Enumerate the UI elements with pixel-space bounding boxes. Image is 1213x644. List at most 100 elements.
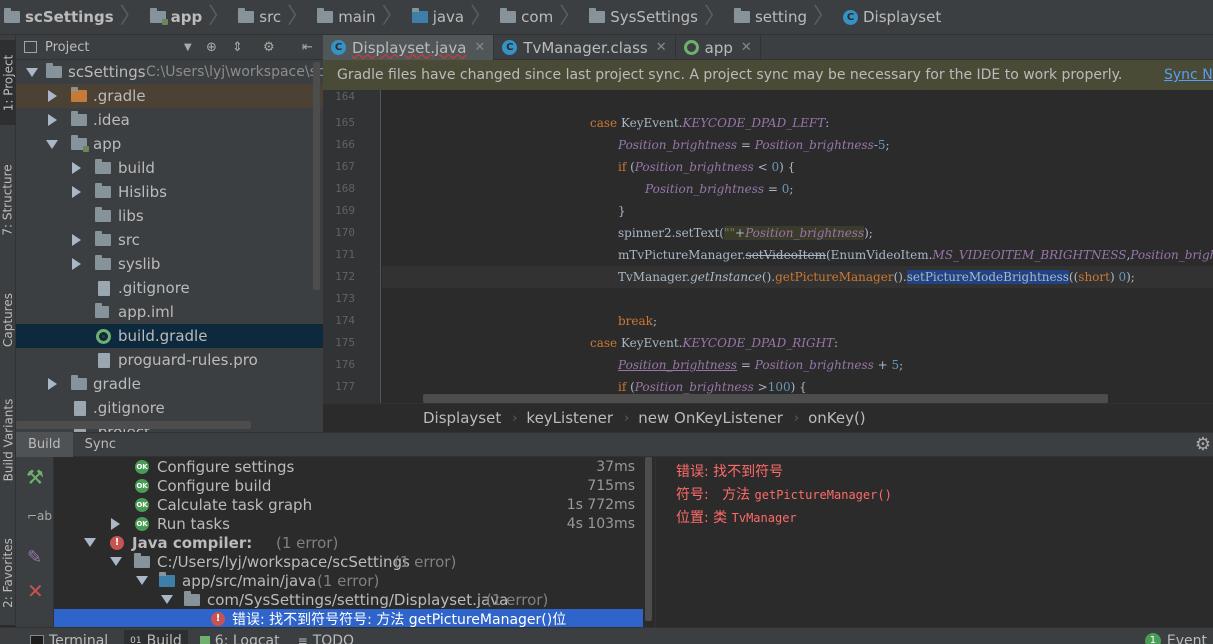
build-error-row[interactable]: ! 错误: 找不到符号符号: 方法 getPictureManager()位 xyxy=(54,609,654,627)
build-step-row[interactable]: com/SysSettings/setting/Displayset.java … xyxy=(54,590,654,609)
chevron-right-icon: 〉 xyxy=(287,4,310,29)
tree-item-idea[interactable]: .idea xyxy=(16,108,323,132)
collapse-all-icon[interactable]: ⇕ xyxy=(232,40,243,55)
gear-icon[interactable]: ⚙ xyxy=(1195,434,1211,455)
structure-crumb-class[interactable]: Displayset xyxy=(423,409,501,427)
tab-structure[interactable]: 7: Structure xyxy=(0,145,16,255)
tree-item-build[interactable]: build xyxy=(16,156,323,180)
breadcrumb-item-main[interactable]: main xyxy=(317,0,376,34)
breadcrumb-item-app[interactable]: app xyxy=(149,0,202,34)
chevron-down-icon[interactable] xyxy=(161,595,173,604)
tab-tvmanager-class[interactable]: C TvManager.class ✕ xyxy=(494,35,676,60)
pin-icon[interactable]: ✎ xyxy=(27,547,42,568)
build-icon: 01 xyxy=(130,636,142,644)
tab-build[interactable]: Build xyxy=(16,432,73,457)
toggle-view-icon[interactable]: ⌐ab xyxy=(27,509,52,523)
code-editor[interactable]: case KeyEvent.KEYCODE_DPAD_LEFT: Positio… xyxy=(382,90,1213,403)
build-step-row[interactable]: ! Java compiler: (1 error) xyxy=(54,533,654,552)
breadcrumb-item-setting[interactable]: setting xyxy=(733,0,807,34)
build-step-row[interactable]: OK Run tasks 4s 103ms xyxy=(54,514,654,533)
tab-event-log[interactable]: 1 Event xyxy=(1139,630,1213,644)
tree-item-app-iml[interactable]: app.iml xyxy=(16,300,323,324)
hammer-icon[interactable]: ⚒ xyxy=(26,465,44,489)
build-tree-scrollbar[interactable] xyxy=(645,457,652,621)
chevron-right-icon[interactable] xyxy=(72,162,81,174)
tab-sync[interactable]: Sync xyxy=(73,432,128,457)
close-icon[interactable]: ✕ xyxy=(27,579,44,603)
breadcrumb-item-displayset[interactable]: C Displayset xyxy=(843,0,941,34)
file-icon xyxy=(98,352,110,368)
vertical-scrollbar[interactable] xyxy=(313,62,320,290)
structure-crumb-method[interactable]: onKey() xyxy=(808,409,866,427)
sync-now-link[interactable]: Sync No xyxy=(1164,67,1213,83)
chevron-right-icon[interactable] xyxy=(72,234,81,246)
build-step-row[interactable]: app/src/main/java (1 error) xyxy=(54,571,654,590)
tree-item-root-gitignore[interactable]: .gitignore xyxy=(16,396,323,420)
close-icon[interactable]: ✕ xyxy=(474,40,485,55)
horizontal-scrollbar[interactable] xyxy=(16,421,251,429)
chevron-right-icon[interactable] xyxy=(72,186,81,198)
tab-app[interactable]: app ✕ xyxy=(676,35,761,60)
tree-item-libs[interactable]: libs xyxy=(16,204,323,228)
line-number: 170 xyxy=(335,226,355,239)
chevron-down-icon[interactable] xyxy=(26,67,38,77)
close-icon[interactable]: ✕ xyxy=(741,40,752,55)
chevron-right-icon[interactable] xyxy=(48,378,57,390)
tree-item-app[interactable]: app xyxy=(16,132,323,156)
editor-horizontal-scrollbar[interactable] xyxy=(423,394,1108,403)
error-message-line: 错误: 找不到符号 xyxy=(676,464,784,480)
line-number: 169 xyxy=(335,204,355,217)
tab-build-bottom[interactable]: 01 Build xyxy=(124,630,188,644)
gear-icon[interactable]: ⚙ xyxy=(263,40,275,55)
build-toolbar: ⚒ ⌐ab ✎ ✕ xyxy=(16,457,54,627)
chevron-right-icon[interactable] xyxy=(48,90,57,102)
project-view-selector[interactable]: Project xyxy=(45,40,89,55)
folder-icon xyxy=(134,552,150,568)
tree-item-gradle[interactable]: gradle xyxy=(16,372,323,396)
tab-captures[interactable]: Captures xyxy=(0,280,16,360)
chevron-down-icon[interactable] xyxy=(136,576,148,585)
chevron-right-icon[interactable] xyxy=(111,517,120,530)
breadcrumb-item-src[interactable]: src xyxy=(238,0,281,34)
tree-item-build-gradle[interactable]: build.gradle xyxy=(16,324,323,348)
structure-crumb-anon[interactable]: new OnKeyListener xyxy=(638,409,783,427)
chevron-down-icon[interactable] xyxy=(110,557,122,566)
tree-item-app-gitignore[interactable]: .gitignore xyxy=(16,276,323,300)
tab-favorites[interactable]: 2: Favorites xyxy=(0,525,16,620)
build-step-row[interactable]: C:/Users/lyj/workspace/scSettings (1 err… xyxy=(54,552,654,571)
build-step-row[interactable]: OK Configure build 715ms xyxy=(54,476,654,495)
error-symbol-line: 符号: 方法 getPictureManager() xyxy=(676,487,892,503)
tab-displayset-java[interactable]: C Displayset.java ✕ xyxy=(323,35,495,60)
tab-logcat[interactable]: 6: Logcat xyxy=(194,630,286,644)
project-tree: scSettings C:\Users\lyj\workspace\scS .g… xyxy=(16,60,323,432)
tab-todo[interactable]: ≡ TODO xyxy=(292,630,360,644)
chevron-down-icon[interactable] xyxy=(46,139,58,149)
chevron-right-icon[interactable] xyxy=(48,114,57,126)
tree-item-hislibs[interactable]: Hislibs xyxy=(16,180,323,204)
tree-item-src[interactable]: src xyxy=(16,228,323,252)
hide-panel-icon[interactable]: ⇤ xyxy=(302,40,313,55)
tree-root-scsettings[interactable]: scSettings C:\Users\lyj\workspace\scS xyxy=(16,60,323,84)
tree-item-gradle-dir[interactable]: .gradle xyxy=(16,84,323,108)
tab-project[interactable]: 1: Project xyxy=(0,40,16,125)
breadcrumb-item-scsettings[interactable]: scSettings xyxy=(4,0,114,34)
close-icon[interactable]: ✕ xyxy=(656,40,667,55)
structure-crumb-field[interactable]: keyListener xyxy=(526,409,613,427)
crosshair-icon[interactable]: ⊕ xyxy=(206,40,217,55)
breadcrumb-item-syssettings[interactable]: SysSettings xyxy=(589,0,698,34)
chevron-right-icon[interactable] xyxy=(72,258,81,270)
build-step-row[interactable]: OK Calculate task graph 1s 772ms xyxy=(54,495,654,514)
gradle-icon xyxy=(683,40,699,55)
folder-icon xyxy=(95,183,111,198)
tree-item-syslib[interactable]: syslib xyxy=(16,252,323,276)
chevron-down-icon[interactable]: ▼ xyxy=(184,42,192,53)
build-step-row[interactable]: OK Configure settings 37ms xyxy=(54,457,654,476)
chevron-down-icon[interactable] xyxy=(84,538,96,547)
tab-build-variants[interactable]: Build Variants xyxy=(0,385,16,495)
source-folder-icon xyxy=(411,8,428,23)
tree-item-proguard-rules[interactable]: proguard-rules.pro xyxy=(16,348,323,372)
folder-icon xyxy=(238,8,255,23)
breadcrumb-item-java[interactable]: java xyxy=(411,0,464,34)
tab-terminal[interactable]: Terminal xyxy=(24,630,114,644)
breadcrumb-item-com[interactable]: com xyxy=(500,0,553,34)
